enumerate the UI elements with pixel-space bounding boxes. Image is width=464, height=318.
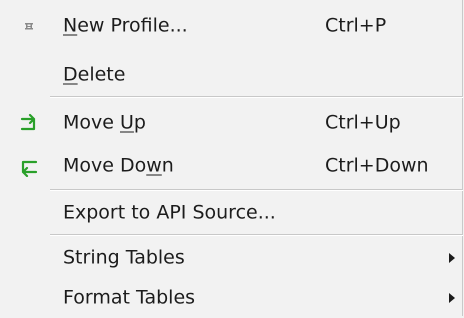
menu-separator: [50, 234, 463, 236]
shortcut-label: Ctrl+Up: [325, 111, 401, 134]
submenu-arrow-icon: [449, 253, 455, 263]
shortcut-label: Ctrl+Down: [325, 154, 429, 177]
menu-item-string-tables[interactable]: String Tables: [0, 238, 462, 278]
move-down-icon: [18, 155, 40, 177]
menu-separator: [50, 189, 463, 191]
shortcut-label: Ctrl+P: [325, 14, 387, 37]
submenu-arrow-icon: [449, 293, 455, 303]
menu-item-label: Move Down: [63, 154, 174, 177]
menu-item-export-api-source[interactable]: Export to API Source...: [0, 193, 462, 233]
menu-separator: [50, 96, 463, 98]
menu-item-label: New Profile...: [63, 14, 188, 37]
new-profile-icon: [18, 15, 40, 37]
menu-item-label: Delete: [63, 63, 126, 86]
menu-item-move-up[interactable]: Move Up Ctrl+Up: [0, 103, 462, 143]
menu-item-new-profile[interactable]: New Profile... Ctrl+P: [0, 6, 462, 46]
menu-item-delete[interactable]: Delete: [0, 55, 462, 95]
menu-item-label: Format Tables: [63, 286, 196, 309]
menu-item-label: Move Up: [63, 111, 146, 134]
menu-item-label: Export to API Source...: [63, 201, 276, 224]
menu-item-move-down[interactable]: Move Down Ctrl+Down: [0, 146, 462, 186]
menu-item-label: String Tables: [63, 246, 185, 269]
menu-item-format-tables[interactable]: Format Tables: [0, 278, 462, 318]
move-up-icon: [18, 112, 40, 134]
context-menu: New Profile... Ctrl+P Delete Move Up Ctr…: [0, 0, 463, 316]
